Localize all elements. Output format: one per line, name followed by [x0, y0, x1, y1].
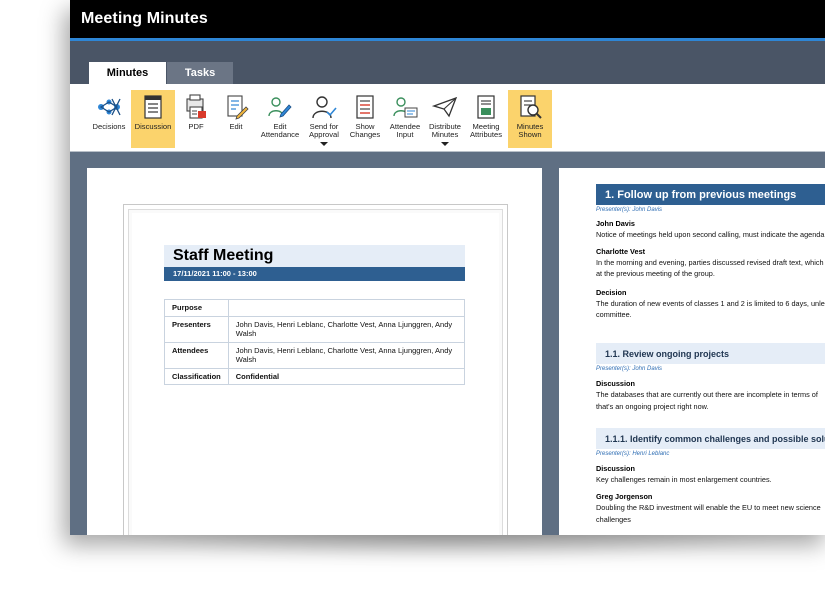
edit-attendance-button[interactable]: Edit Attendance — [258, 90, 302, 148]
meeting-attributes-button[interactable]: Meeting Attributes — [464, 90, 508, 148]
speaker-name: John Davis — [596, 219, 635, 228]
section-heading-1: 1. Follow up from previous meetings — [596, 184, 825, 205]
attendee-input-button[interactable]: Attendee Input — [383, 90, 427, 148]
attendee-input-icon — [393, 97, 418, 118]
send-for-approval-label: Send for Approval — [309, 122, 339, 139]
minutes-page: 1. Follow up from previous meetings Pres… — [559, 168, 825, 535]
decisions-button[interactable]: Decisions — [87, 90, 131, 148]
decisions-label: Decisions — [92, 122, 126, 131]
presenter-line: Presenter(s): Henri Leblanc — [596, 451, 670, 457]
discussion-icon — [144, 95, 162, 119]
discussion-button[interactable]: Discussion — [131, 90, 175, 148]
decision-text: committee. — [596, 310, 632, 319]
show-changes-button[interactable]: Show Changes — [343, 90, 387, 148]
meeting-title: Staff Meeting — [173, 247, 274, 264]
minutes-shown-button[interactable]: Minutes Shown — [508, 90, 552, 148]
purpose-label: Purpose — [164, 299, 229, 317]
discussion-label: Discussion — [596, 464, 635, 473]
distribute-minutes-dropdown-icon[interactable] — [441, 142, 449, 146]
classification-label: Classification — [164, 367, 229, 385]
speaker-text: Notice of meetings held upon second call… — [596, 230, 825, 239]
table-row: Presenters John Davis, Henri Leblanc, Ch… — [164, 315, 466, 343]
presenter-line: Presenter(s): John Davis — [596, 366, 663, 372]
cover-page: Staff Meeting 17/11/2021 11:00 - 13:00 P… — [87, 168, 542, 535]
meeting-info-table: Purpose Presenters John Davis, Henri Leb… — [164, 299, 466, 385]
tab-tasks[interactable]: Tasks — [167, 62, 233, 84]
ribbon-toolbar: Decisions Discussion PDF Edit Edit Atten… — [70, 84, 825, 152]
pdf-button[interactable]: PDF — [174, 90, 218, 148]
app-title: Meeting Minutes — [81, 10, 208, 27]
presenter-line: Presenter(s): John Davis — [596, 207, 663, 213]
meeting-attributes-label: Meeting Attributes — [469, 122, 503, 139]
minutes-shown-label: Minutes Shown — [516, 122, 544, 139]
meeting-title-box: Staff Meeting — [164, 245, 465, 267]
attendees-label: Attendees — [164, 341, 229, 369]
edit-icon — [227, 95, 249, 120]
pdf-icon — [186, 94, 206, 119]
edit-button[interactable]: Edit — [214, 90, 258, 148]
document-workspace[interactable]: Staff Meeting 17/11/2021 11:00 - 13:00 P… — [70, 152, 825, 535]
tab-minutes[interactable]: Minutes — [89, 62, 166, 84]
pdf-label: PDF — [188, 122, 204, 131]
table-row: Classification Confidential — [164, 367, 466, 385]
meeting-date-bar: 17/11/2021 11:00 - 13:00 — [164, 267, 465, 281]
decision-label: Decision — [596, 288, 627, 297]
meeting-datetime: 17/11/2021 11:00 - 13:00 — [173, 269, 257, 278]
decision-text: The duration of new events of classes 1 … — [596, 299, 825, 308]
presenters-value: John Davis, Henri Leblanc, Charlotte Ves… — [227, 315, 466, 343]
speaker-text: Doubling the R&D investment will enable … — [596, 503, 821, 512]
purpose-value — [227, 299, 466, 317]
table-row: Purpose — [164, 299, 466, 317]
send-for-approval-dropdown-icon[interactable] — [320, 142, 328, 146]
minutes-shown-icon — [520, 95, 542, 119]
classification-value: Confidential — [227, 367, 466, 385]
paper-plane-icon — [432, 96, 458, 118]
speaker-name: Greg Jorgenson — [596, 492, 653, 501]
distribute-minutes-label: Distribute Minutes — [428, 122, 462, 139]
edit-attendance-icon — [268, 97, 292, 118]
presenters-label: Presenters — [164, 315, 229, 343]
section-heading-1-1: 1.1. Review ongoing projects — [596, 343, 825, 364]
speaker-text: In the morning and evening, parties disc… — [596, 258, 824, 267]
speaker-text: at the previous meeting of the group. — [596, 269, 715, 278]
show-changes-label: Show Changes — [349, 122, 381, 139]
tab-strip: Minutes Tasks — [70, 41, 825, 84]
edit-label: Edit — [229, 122, 243, 131]
edit-attendance-label: Edit Attendance — [260, 122, 300, 139]
section-heading-1-1-1: 1.1.1. Identify common challenges and po… — [596, 428, 825, 449]
app-window: Meeting Minutes Minutes Tasks Decisions — [70, 0, 825, 535]
speaker-text: challenges — [596, 515, 631, 524]
attendees-value: John Davis, Henri Leblanc, Charlotte Ves… — [227, 341, 466, 369]
meeting-attributes-icon — [477, 95, 495, 119]
send-for-approval-icon — [312, 96, 337, 119]
table-row: Attendees John Davis, Henri Leblanc, Cha… — [164, 341, 466, 369]
discussion-label: Discussion — [596, 379, 635, 388]
title-bar: Meeting Minutes — [70, 0, 825, 38]
show-changes-icon — [356, 95, 374, 119]
attendee-input-label: Attendee Input — [389, 122, 421, 139]
discussion-text: that's an ongoing project right now. — [596, 402, 709, 411]
discussion-label: Discussion — [134, 122, 172, 131]
send-for-approval-button[interactable]: Send for Approval — [302, 90, 346, 148]
discussion-text: The databases that are currently out the… — [596, 390, 818, 399]
decisions-icon — [98, 98, 121, 116]
discussion-text: Key challenges remain in most enlargemen… — [596, 475, 772, 484]
distribute-minutes-button[interactable]: Distribute Minutes — [423, 90, 467, 148]
speaker-name: Charlotte Vest — [596, 247, 646, 256]
